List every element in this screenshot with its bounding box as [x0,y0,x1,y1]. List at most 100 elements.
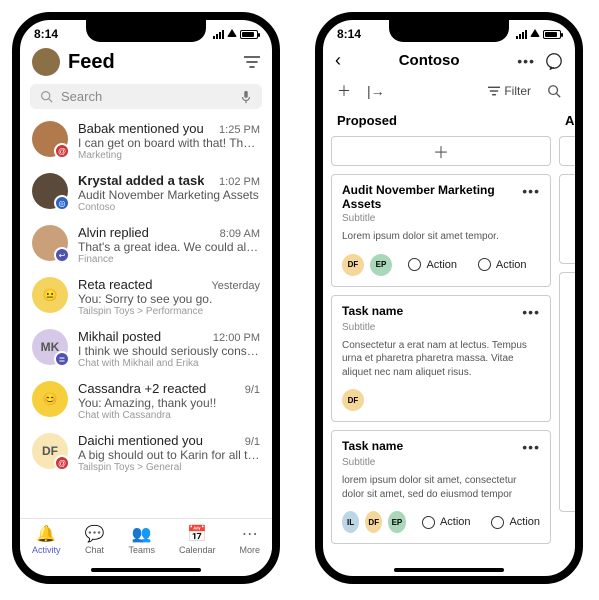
tab-label: More [239,545,260,555]
status-icons [213,29,258,40]
column-header: Proposed [331,109,551,136]
status-time: 8:14 [337,27,361,41]
feed-item-body: Daichi mentioned you9/1A big should out … [78,433,260,473]
avatar-wrap: 😐 [32,277,68,313]
feed-list: @Babak mentioned you1:25 PMI can get on … [20,115,272,479]
tab-teams[interactable]: 👥Teams [128,525,155,555]
card-body: lorem ipsum dolor sit amet, consectetur … [342,474,540,501]
feed-item-body: Reta reactedYesterdayYou: Sorry to see y… [78,277,260,317]
card-action[interactable]: Action [491,516,540,529]
feed-item[interactable]: MK≣Mikhail posted12:00 PMI think we shou… [20,323,272,375]
feed-header: Feed [20,44,272,82]
tab-more[interactable]: ⋯More [239,525,260,555]
more-button[interactable]: ••• [517,53,535,69]
radio-icon [408,258,421,271]
feed-item-text: A big should out to Karin for all the ha… [78,448,260,462]
card-more-button[interactable]: ••• [522,304,540,320]
filter-icon[interactable] [244,56,260,68]
feed-item[interactable]: ◎ Krystal added a task 1:02 PMAudit Novemb… [20,167,272,219]
expand-button[interactable]: |→ [367,83,385,99]
card-footer: DF EP Action Action [342,254,540,276]
feed-item-title: Daichi mentioned you [78,433,203,448]
search-icon[interactable] [547,84,561,98]
status-icons [516,29,561,40]
feed-item-body: Krystal added a task 1:02 PMAudit Novembe… [78,173,260,213]
add-button[interactable]: ＋ [337,81,351,101]
avatar-wrap: ◎ [32,173,68,209]
assignee-chip[interactable]: DF [365,511,382,533]
feed-item-time: 9/1 [245,384,260,396]
feed-item-text: I think we should seriously consider if.… [78,344,260,358]
assignee-chip[interactable]: EP [388,511,405,533]
task-card[interactable]: Task name•••Subtitlelorem ipsum dolor si… [331,430,551,544]
teams-icon: 👥 [132,525,152,543]
card-action[interactable]: Action [408,258,457,271]
wifi-icon [530,29,540,40]
task-card[interactable] [559,136,575,166]
calendar-icon: 📅 [187,525,207,543]
tab-label: Chat [85,545,104,555]
tab-chat[interactable]: 💬Chat [85,525,105,555]
avatar[interactable] [32,48,60,76]
task-card[interactable] [559,174,575,264]
feed-item-title: Alvin replied [78,225,149,240]
feed-item-source: Tailspin Toys > Performance [78,306,260,317]
avatar-wrap: @ [32,121,68,157]
board-columns: Proposed ＋ Audit November Marketing Asse… [323,109,575,552]
search-input[interactable]: Search [30,84,262,109]
task-card[interactable] [559,272,575,512]
phone-feed: 8:14 Feed Search @Babak mentioned you1:2… [12,12,280,584]
avatar-wrap: 😊 [32,381,68,417]
assignee-chip[interactable]: DF [342,254,364,276]
activity-badge-icon: @ [54,143,70,159]
feed-item-body: Babak mentioned you1:25 PMI can get on b… [78,121,260,161]
card-title: Task name [342,439,403,453]
add-card-button[interactable]: ＋ [331,136,551,166]
feed-item[interactable]: ↩Alvin replied8:09 AMThat's a great idea… [20,219,272,271]
tab-activity[interactable]: 🔔 Activity [32,525,61,555]
assignee-chip[interactable]: IL [342,511,359,533]
tab-label: Activity [32,545,61,555]
feed-item-source: Chat with Mikhail and Erika [78,358,260,369]
feed-item[interactable]: 😐 Reta reactedYesterdayYou: Sorry to see … [20,271,272,323]
signal-icon [516,30,527,39]
feed-item-time: 1:25 PM [219,124,260,136]
feed-item[interactable]: @Babak mentioned you1:25 PMI can get on … [20,115,272,167]
tab-calendar[interactable]: 📅Calendar [179,525,216,555]
board-column-proposed: Proposed ＋ Audit November Marketing Asse… [331,109,551,552]
feed-item-text: Audit November Marketing Assets [78,188,260,202]
filter-button[interactable]: Filter [488,84,531,98]
notch [86,20,206,42]
card-more-button[interactable]: ••• [522,439,540,455]
feed-item-time: 12:00 PM [213,332,260,344]
page-title: Feed [68,51,236,74]
feed-item-time: 1:02 PM [219,176,260,188]
wifi-icon [227,29,237,40]
feed-item-title: Krystal added a task [78,173,204,188]
feed-item-title: Babak mentioned you [78,121,204,136]
task-card[interactable]: Task name•••SubtitleConsectetur a erat n… [331,295,551,423]
activity-icon: 🔔 [36,525,56,543]
card-more-button[interactable]: ••• [522,183,540,199]
card-title: Task name [342,304,403,318]
board-column-next: Act [559,109,575,552]
card-action[interactable]: Action [478,258,527,271]
avatar-wrap: MK≣ [32,329,68,365]
signal-icon [213,30,224,39]
avatar: 😊 [32,381,68,417]
feed-item-title: Cassandra +2 reacted [78,381,206,396]
feed-item[interactable]: 😊Cassandra +2 reacted9/1You: Amazing, th… [20,375,272,427]
card-subtitle: Subtitle [342,322,540,333]
card-action[interactable]: Action [422,516,471,529]
task-card[interactable]: Audit November Marketing Assets•••Subtit… [331,174,551,287]
avatar-wrap: ↩ [32,225,68,261]
feed-item-text: You: Sorry to see you go. [78,292,260,306]
feed-item-source: Contoso [78,202,260,213]
chat-icon[interactable] [545,52,563,70]
assignee-chip[interactable]: EP [370,254,392,276]
mic-icon[interactable] [240,90,252,104]
assignee-chip[interactable]: DF [342,389,364,411]
back-button[interactable]: ‹ [335,50,341,71]
search-icon [40,90,53,103]
feed-item[interactable]: DF@Daichi mentioned you9/1A big should o… [20,427,272,479]
